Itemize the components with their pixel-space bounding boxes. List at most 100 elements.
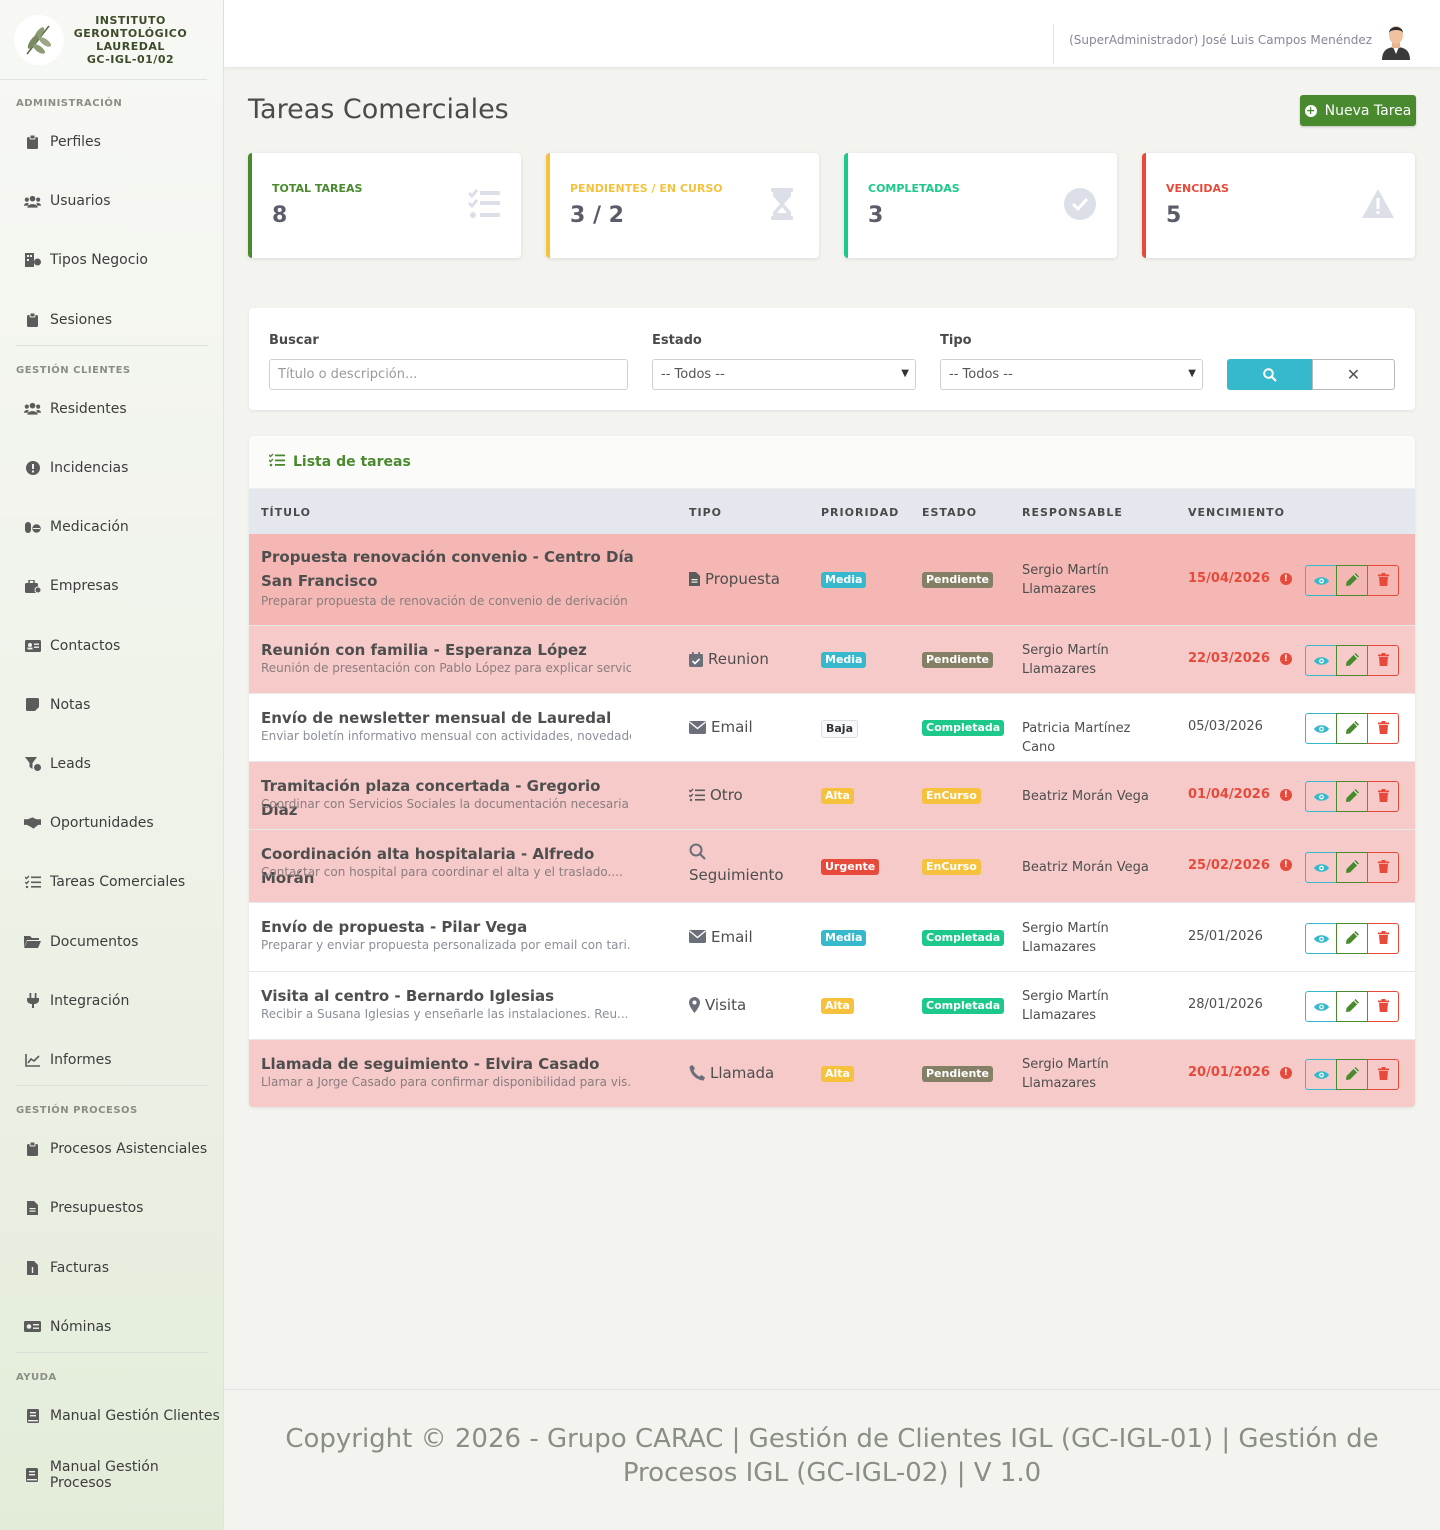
sidebar-item-empresas[interactable]: Empresas: [24, 576, 119, 596]
sidebar-item-nominas[interactable]: Nóminas: [24, 1317, 111, 1337]
view-button[interactable]: [1305, 713, 1337, 744]
sidebar-item-informes[interactable]: Informes: [24, 1050, 112, 1070]
new-task-button[interactable]: + Nueva Tarea: [1300, 95, 1416, 126]
eye-icon: [1313, 1065, 1329, 1084]
edit-button[interactable]: [1336, 713, 1368, 744]
clear-button[interactable]: ✕: [1312, 359, 1395, 390]
edit-button[interactable]: [1336, 565, 1368, 596]
tipo-label: Tipo: [940, 333, 972, 348]
task-title[interactable]: Envío de newsletter mensual de Lauredal: [261, 706, 641, 730]
column-header-type[interactable]: TIPO: [689, 506, 722, 519]
priority-badge: Media: [821, 572, 867, 588]
edit-button[interactable]: [1336, 991, 1368, 1022]
task-title[interactable]: Reunión con familia - Esperanza López: [261, 638, 641, 662]
tipo-select[interactable]: -- Todos -- ▼: [940, 359, 1203, 390]
sidebar-item-documentos[interactable]: Documentos: [24, 932, 138, 952]
sidebar-item-notas[interactable]: Notas: [24, 695, 90, 715]
stat-value: 8: [272, 203, 288, 228]
sidebar-item-incidencias[interactable]: Incidencias: [24, 458, 128, 478]
table-row[interactable]: Visita al centro - Bernardo Iglesias Rec…: [249, 972, 1415, 1040]
task-type: Seguimiento: [689, 843, 784, 884]
view-button[interactable]: [1305, 1059, 1337, 1090]
table-row[interactable]: Reunión con familia - Esperanza López Re…: [249, 626, 1415, 694]
table-row[interactable]: Coordinación alta hospitalaria - Alfredo…: [249, 830, 1415, 903]
trash-icon: [1377, 651, 1389, 670]
sidebar-item-manual-gestion-procesos[interactable]: Manual Gestión Procesos: [24, 1459, 223, 1491]
sidebar-item-medicacion[interactable]: Medicación: [24, 517, 129, 537]
table-row[interactable]: Tramitación plaza concertada - Gregorio …: [249, 762, 1415, 830]
column-header-priority[interactable]: PRIORIDAD: [821, 506, 899, 519]
pencil-icon: [1345, 719, 1359, 738]
task-type: Reunion: [689, 650, 769, 668]
column-header-status[interactable]: ESTADO: [922, 506, 977, 519]
view-button[interactable]: [1305, 851, 1337, 883]
avatar[interactable]: [1378, 22, 1414, 60]
delete-button[interactable]: [1367, 645, 1399, 676]
file-icon: [24, 1201, 41, 1216]
edit-button[interactable]: [1336, 645, 1368, 676]
view-button[interactable]: [1305, 991, 1337, 1022]
delete-button[interactable]: [1367, 713, 1399, 744]
sidebar-item-integracion[interactable]: Integración: [24, 991, 129, 1011]
edit-button[interactable]: [1336, 922, 1368, 954]
new-task-label: Nueva Tarea: [1324, 102, 1412, 119]
estado-select[interactable]: -- Todos -- ▼: [652, 359, 916, 390]
id-card-icon: [24, 639, 41, 653]
status-badge: Completada: [922, 998, 1005, 1014]
column-header-responsible[interactable]: RESPONSABLE: [1022, 506, 1123, 519]
view-button[interactable]: [1305, 922, 1337, 954]
sidebar-item-procesos-asistenciales[interactable]: Procesos Asistenciales: [24, 1139, 207, 1159]
delete-button[interactable]: [1367, 781, 1399, 812]
task-description: Recibir a Susana Iglesias y enseñarle la…: [261, 1007, 629, 1021]
sidebar-item-leads[interactable]: Leads: [24, 754, 91, 774]
sidebar-item-residentes[interactable]: Residentes: [24, 399, 127, 419]
edit-button[interactable]: [1336, 1059, 1368, 1090]
task-title[interactable]: Envío de propuesta - Pilar Vega: [261, 915, 641, 939]
edit-button[interactable]: [1336, 781, 1368, 812]
sidebar-item-manual-gestion-clientes[interactable]: Manual Gestión Clientes: [24, 1406, 220, 1426]
delete-button[interactable]: [1367, 1059, 1399, 1090]
search-icon: [689, 843, 706, 860]
row-actions: [1305, 1059, 1399, 1090]
eye-icon: [1313, 858, 1329, 877]
search-placeholder: Título o descripción...: [278, 367, 418, 382]
eye-icon: [1313, 571, 1329, 590]
edit-button[interactable]: [1336, 851, 1368, 883]
task-description: Preparar y enviar propuesta personalizad…: [261, 938, 631, 952]
table-row[interactable]: Envío de propuesta - Pilar Vega Preparar…: [249, 903, 1415, 972]
sidebar-item-usuarios[interactable]: Usuarios: [24, 191, 111, 211]
task-title[interactable]: Propuesta renovación convenio - Centro D…: [261, 545, 641, 593]
sidebar-item-facturas[interactable]: Facturas: [24, 1258, 109, 1278]
view-button[interactable]: [1305, 781, 1337, 812]
delete-button[interactable]: [1367, 565, 1399, 596]
table-row[interactable]: Propuesta renovación convenio - Centro D…: [249, 534, 1415, 626]
trash-icon: [1377, 571, 1389, 590]
sidebar-item-oportunidades[interactable]: Oportunidades: [24, 813, 154, 833]
trash-icon: [1377, 858, 1389, 877]
view-button[interactable]: [1305, 565, 1337, 596]
column-header-title[interactable]: TÍTULO: [261, 506, 311, 519]
stat-card-overdue: VENCIDAS 5: [1142, 153, 1415, 258]
table-row[interactable]: Envío de newsletter mensual de Lauredal …: [249, 694, 1415, 762]
sidebar-item-sesiones[interactable]: Sesiones: [24, 310, 112, 330]
sidebar-item-perfiles[interactable]: Perfiles: [24, 132, 101, 152]
sidebar-item-tareas-comerciales[interactable]: Tareas Comerciales: [24, 872, 185, 892]
sidebar-item-contactos[interactable]: Contactos: [24, 636, 120, 656]
brand[interactable]: INSTITUTO GERONTOLÓGICO LAUREDAL GC-IGL-…: [0, 0, 207, 80]
status-badge: Completada: [922, 720, 1005, 736]
task-title[interactable]: Visita al centro - Bernardo Iglesias: [261, 984, 641, 1008]
delete-button[interactable]: [1367, 851, 1399, 883]
user-name[interactable]: (SuperAdministrador) José Luis Campos Me…: [1069, 33, 1372, 47]
column-header-due[interactable]: VENCIMIENTO: [1188, 506, 1285, 519]
delete-button[interactable]: [1367, 991, 1399, 1022]
users-icon: [24, 194, 41, 208]
view-button[interactable]: [1305, 645, 1337, 676]
sidebar-item-tipos-negocio[interactable]: Tipos Negocio: [24, 250, 148, 270]
table-row[interactable]: Llamada de seguimiento - Elvira Casado L…: [249, 1040, 1415, 1107]
search-button[interactable]: [1227, 359, 1313, 390]
search-input[interactable]: Título o descripción...: [269, 359, 628, 390]
task-type-label: Llamada: [710, 1064, 775, 1082]
sidebar-item-presupuestos[interactable]: Presupuestos: [24, 1198, 143, 1218]
task-title[interactable]: Llamada de seguimiento - Elvira Casado: [261, 1052, 641, 1076]
delete-button[interactable]: [1367, 922, 1399, 954]
